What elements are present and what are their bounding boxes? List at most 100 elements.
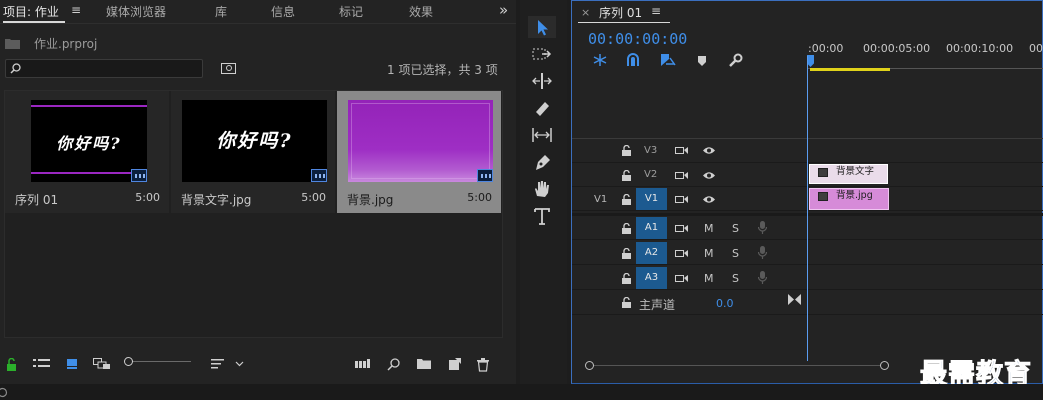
sync-lock-icon[interactable]: [675, 170, 689, 181]
wrench-icon[interactable]: [728, 53, 743, 68]
clip-name: 背景文字: [836, 166, 875, 177]
project-item-background-selected[interactable]: 背景.jpg 5:00: [337, 91, 501, 213]
solo-button[interactable]: S: [732, 247, 739, 260]
track-lock-icon[interactable]: [622, 248, 631, 259]
mute-button[interactable]: M: [704, 272, 714, 285]
mute-button[interactable]: M: [704, 222, 714, 235]
track-label-v3[interactable]: V3: [644, 145, 657, 156]
eye-icon[interactable]: [702, 146, 716, 155]
nest-icon[interactable]: [592, 53, 608, 67]
zoom-slider-track[interactable]: [125, 361, 191, 362]
clip-background-text[interactable]: 背景文字: [809, 164, 888, 184]
source-patch-v1[interactable]: V1: [594, 194, 607, 205]
track-lock-icon[interactable]: [622, 297, 631, 308]
icon-view-icon[interactable]: [66, 358, 78, 372]
sync-lock-icon[interactable]: [675, 145, 689, 156]
list-view-icon[interactable]: [33, 358, 50, 372]
track-lock-icon[interactable]: [622, 170, 631, 181]
timeline-tab-underline: [578, 22, 670, 23]
track-target-a3[interactable]: A3: [636, 267, 667, 289]
track-lock-icon[interactable]: [622, 145, 631, 156]
close-sequence-icon[interactable]: ×: [581, 6, 590, 19]
search-input[interactable]: [5, 59, 203, 78]
track-target-v1[interactable]: V1: [636, 188, 667, 210]
eye-icon[interactable]: [702, 171, 716, 180]
microphone-icon[interactable]: [758, 221, 767, 235]
eye-icon[interactable]: [702, 195, 716, 204]
ripple-edit-tool[interactable]: [528, 70, 556, 92]
overflow-tabs-icon[interactable]: »: [499, 1, 508, 19]
type-tool[interactable]: [528, 205, 556, 227]
go-to-end-icon[interactable]: [788, 294, 801, 305]
tab-effects[interactable]: 效果: [409, 3, 433, 20]
master-volume-value[interactable]: 0.0: [716, 297, 734, 310]
add-marker-icon[interactable]: [697, 55, 707, 67]
microphone-icon[interactable]: [758, 246, 767, 260]
item-thumbnail: 你好吗?: [31, 100, 147, 182]
zoom-slider-handle[interactable]: [124, 357, 133, 366]
playhead-timecode[interactable]: 00:00:00:00: [588, 30, 687, 48]
tab-project[interactable]: 项目: 作业: [3, 3, 59, 20]
folder-icon: [5, 39, 20, 49]
project-item-text-image[interactable]: 你好吗? 背景文字.jpg 5:00: [171, 91, 335, 213]
scroll-handle-right[interactable]: [880, 361, 889, 370]
track-target-a2[interactable]: A2: [636, 242, 667, 264]
master-track-label: 主声道: [639, 298, 676, 312]
track-select-tool[interactable]: [528, 44, 556, 66]
status-icon: [0, 387, 8, 398]
solo-button[interactable]: S: [732, 222, 739, 235]
pen-tool[interactable]: [528, 151, 556, 173]
hand-tool[interactable]: [528, 177, 556, 199]
work-area-bar[interactable]: [810, 68, 890, 71]
track-lock-icon[interactable]: [622, 194, 631, 205]
track-lock-icon[interactable]: [622, 273, 631, 284]
track-target-a1[interactable]: A1: [636, 217, 667, 239]
linked-selection-icon[interactable]: [660, 53, 676, 67]
status-bar: [0, 384, 1043, 400]
new-bin-icon[interactable]: [417, 358, 431, 372]
slip-tool[interactable]: [528, 124, 556, 146]
fx-badge-icon: [818, 168, 828, 177]
selection-arrow-icon: [538, 20, 548, 36]
automate-to-sequence-icon[interactable]: [355, 358, 370, 372]
sequence-tab-title[interactable]: 序列 01: [599, 4, 642, 21]
microphone-icon[interactable]: [758, 271, 767, 285]
mute-button[interactable]: M: [704, 247, 714, 260]
sync-lock-icon[interactable]: [675, 273, 689, 284]
trash-icon[interactable]: [477, 358, 489, 372]
fx-badge-icon: [818, 192, 828, 201]
sort-icon[interactable]: [211, 358, 245, 372]
solo-button[interactable]: S: [732, 272, 739, 285]
horizontal-scrollbar[interactable]: [586, 365, 884, 366]
sync-lock-icon[interactable]: [675, 194, 689, 205]
tab-info[interactable]: 信息: [271, 3, 295, 20]
panel-menu-icon[interactable]: ≡: [71, 3, 81, 17]
snap-icon[interactable]: [626, 53, 640, 67]
tab-media-browser[interactable]: 媒体浏览器: [106, 3, 166, 20]
ruler-label-5s: 00:00:05:00: [863, 42, 931, 55]
hand-icon: [535, 181, 549, 197]
freeform-view-icon[interactable]: [93, 358, 111, 372]
item-name: 背景.jpg: [347, 193, 394, 207]
track-lock-icon[interactable]: [622, 223, 631, 234]
find-icon[interactable]: [387, 358, 400, 372]
image-badge-icon: [477, 169, 493, 182]
selection-tool[interactable]: [528, 16, 556, 38]
new-search-bin-icon[interactable]: [221, 61, 236, 74]
sync-lock-icon[interactable]: [675, 223, 689, 234]
track-label-v2[interactable]: V2: [644, 169, 657, 180]
tab-markers[interactable]: 标记: [339, 3, 363, 20]
sync-lock-icon[interactable]: [675, 248, 689, 259]
tab-libraries[interactable]: 库: [215, 3, 227, 20]
timeline-menu-icon[interactable]: ≡: [651, 4, 661, 18]
active-tab-underline: [3, 21, 65, 23]
project-item-sequence[interactable]: 你好吗? 序列 01 5:00: [5, 91, 169, 213]
scroll-handle-left[interactable]: [585, 361, 594, 370]
clip-background[interactable]: 背景.jpg: [809, 188, 889, 210]
lock-icon[interactable]: [6, 358, 17, 372]
new-item-icon[interactable]: [448, 358, 461, 372]
item-name: 序列 01: [15, 193, 59, 207]
item-duration: 5:00: [467, 191, 492, 204]
selection-status: 1 项已选择，共 3 项: [387, 63, 498, 77]
razor-tool[interactable]: [528, 97, 556, 119]
